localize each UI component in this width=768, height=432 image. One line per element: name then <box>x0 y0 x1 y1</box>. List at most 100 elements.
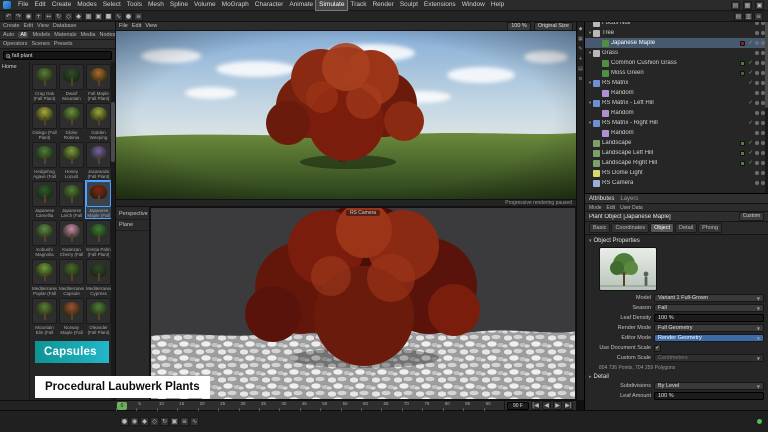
menu-mograph[interactable]: MoGraph <box>219 0 252 10</box>
prev-frame-icon[interactable]: ◀ <box>542 401 551 410</box>
material-icon[interactable]: ● <box>124 12 133 21</box>
visibility-dot-editor[interactable] <box>755 101 759 105</box>
menu-icon[interactable]: ≡ <box>134 12 143 21</box>
render-mode-dropdown[interactable]: Full Geometry▼ <box>654 324 764 332</box>
asset-filter-nodes[interactable]: Nodes <box>99 32 115 38</box>
visibility-dot-editor[interactable] <box>755 141 759 145</box>
attributes-user-data-menu[interactable]: User Data <box>620 205 643 211</box>
simulate-icon[interactable]: ∿ <box>114 12 123 21</box>
playback-settings-icon[interactable]: ≡ <box>180 417 189 426</box>
menu-icon[interactable]: ≡ <box>578 76 582 82</box>
layout-b-icon[interactable]: ▥ <box>744 12 753 21</box>
attributes-mode-menu[interactable]: Mode <box>589 205 602 211</box>
record-keyframe-icon[interactable]: ● <box>120 417 129 426</box>
menu-volume[interactable]: Volume <box>191 0 219 10</box>
leaf-density-field[interactable]: 100 % <box>654 314 764 322</box>
object-row-landscape-left-hill[interactable]: Landscape Left Hill✓ <box>585 148 768 158</box>
coordinates-icon[interactable]: ◆ <box>74 12 83 21</box>
visibility-dot-editor[interactable] <box>755 61 759 65</box>
visibility-dot-editor[interactable] <box>755 161 759 165</box>
attributes-tab-layers[interactable]: Layers <box>620 196 638 202</box>
attribute-tab-basic[interactable]: Basic <box>589 223 610 233</box>
asset-tab-create[interactable]: Create <box>3 23 20 29</box>
leaf-amount-field[interactable]: 100 % <box>654 392 764 400</box>
object-row-rs-dome-light[interactable]: RS Dome Light <box>585 168 768 178</box>
menu-character[interactable]: Character <box>252 0 287 10</box>
asset-home-item[interactable]: Home <box>2 64 27 70</box>
object-row-rs-matrix[interactable]: ▾RS Matrix✓ <box>585 78 768 88</box>
modeling-icon[interactable]: ■ <box>104 12 113 21</box>
asset-plant-globe-robinia-fall-plant[interactable]: Globe Robinia (Fall Plant) <box>59 103 84 140</box>
object-row-rs-matrix-right-hill[interactable]: ▾RS Matrix - Right Hill✓ <box>585 118 768 128</box>
sound-icon[interactable]: ∿ <box>190 417 199 426</box>
enabled-check-icon[interactable]: ✓ <box>748 120 753 126</box>
menu-sculpt[interactable]: Sculpt <box>397 0 421 10</box>
material-swatch[interactable] <box>740 151 745 156</box>
plant-preview-thumbnail[interactable] <box>599 247 657 291</box>
object-row-random[interactable]: Random <box>585 88 768 98</box>
enabled-check-icon[interactable]: ✓ <box>748 160 753 166</box>
object-row-rs-camera[interactable]: RS Camera <box>585 178 768 188</box>
editor-mode-dropdown[interactable]: Render Geometry▼ <box>654 334 764 342</box>
visibility-dot-editor[interactable] <box>755 51 759 55</box>
attribute-tab-detail[interactable]: Detail <box>675 223 697 233</box>
attributes-edit-menu[interactable]: Edit <box>607 205 616 211</box>
subdivisions-dropdown[interactable]: By Level▼ <box>654 382 764 390</box>
zoom-level[interactable]: 100 % <box>507 22 531 31</box>
menu-edit[interactable]: Edit <box>31 0 48 10</box>
asset-cat-presets[interactable]: Presets <box>54 41 73 47</box>
visibility-dot-editor[interactable] <box>755 171 759 175</box>
axis-icon[interactable]: + <box>578 56 582 62</box>
render-view-icon[interactable]: ▦ <box>84 12 93 21</box>
viewport-panel-plane[interactable]: Plane <box>116 220 149 231</box>
asset-plant-japanese-larch-fall-plant[interactable]: Japanese Larch (Fall Plant) <box>59 181 84 218</box>
object-row-tree[interactable]: ▾Tree <box>585 28 768 38</box>
asset-plant-mediterranean-poplar-fall-plant[interactable]: Mediterranean Poplar (Fall Plant) <box>32 259 57 296</box>
visibility-dot-editor[interactable] <box>755 181 759 185</box>
size-dropdown[interactable]: Original Size <box>534 22 573 31</box>
render-view-menu-view[interactable]: View <box>145 23 157 29</box>
menu-mesh[interactable]: Mesh <box>145 0 167 10</box>
menu-select[interactable]: Select <box>100 0 124 10</box>
camera-label[interactable]: RS Camera <box>346 210 380 216</box>
layout-standard-icon[interactable]: ▤ <box>731 1 740 10</box>
go-start-icon[interactable]: |◀ <box>531 401 540 410</box>
asset-filter-models[interactable]: Models <box>32 32 50 38</box>
asset-tab-edit[interactable]: Edit <box>24 23 33 29</box>
asset-plant-japanese-camellia-fall-plant[interactable]: Japanese Camellia (Fall Plant) <box>32 181 57 218</box>
model-dropdown[interactable]: Variant 1 Full-Grown▼ <box>654 294 764 302</box>
move-icon[interactable]: + <box>34 12 43 21</box>
object-row-grass[interactable]: ▾Grass <box>585 48 768 58</box>
asset-cat-scenes[interactable]: Scenes <box>31 41 49 47</box>
visibility-dot-editor[interactable] <box>755 111 759 115</box>
material-swatch[interactable] <box>740 41 745 46</box>
rendered-image-view[interactable] <box>116 31 576 199</box>
asset-filter-all[interactable]: All <box>18 32 28 38</box>
asset-cat-operators[interactable]: Operators <box>3 41 27 47</box>
attribute-tab-phong[interactable]: Phong <box>698 223 722 233</box>
menu-window[interactable]: Window <box>459 0 488 10</box>
render-settings-icon[interactable]: ▣ <box>94 12 103 21</box>
season-dropdown[interactable]: Fall▼ <box>654 304 764 312</box>
visibility-dot-editor[interactable] <box>755 31 759 35</box>
next-frame-icon[interactable]: ▶| <box>564 401 573 410</box>
object-row-japanese-maple[interactable]: Japanese Maple✓ <box>585 38 768 48</box>
visibility-dot-editor[interactable] <box>755 151 759 155</box>
key-scale-icon[interactable]: ◇ <box>150 417 159 426</box>
layout-a-icon[interactable]: ▤ <box>734 12 743 21</box>
redo-icon[interactable]: ↷ <box>14 12 23 21</box>
enabled-check-icon[interactable]: ✓ <box>748 80 753 86</box>
enabled-check-icon[interactable]: ✓ <box>748 40 753 46</box>
snap-icon[interactable]: ◆ <box>579 26 583 32</box>
asset-plant-japanese-maple-fall-plant[interactable]: Japanese Maple (Fall Plant) <box>86 181 111 218</box>
asset-plant-golden-weeping-willow-fall-plant[interactable]: Golden Weeping Willow (Fall Plant) <box>86 103 111 140</box>
object-row-landscape-right-hill[interactable]: Landscape Right Hill✓ <box>585 158 768 168</box>
object-row-random[interactable]: Random <box>585 128 768 138</box>
menu-simulate[interactable]: Simulate <box>316 0 347 10</box>
visibility-dot-editor[interactable] <box>755 81 759 85</box>
viewport-panel-perspective[interactable]: Perspective <box>116 209 149 220</box>
undo-icon[interactable]: ↶ <box>4 12 13 21</box>
enabled-check-icon[interactable]: ✓ <box>748 150 753 156</box>
enabled-check-icon[interactable]: ✓ <box>748 70 753 76</box>
key-position-icon[interactable]: ◆ <box>140 417 149 426</box>
